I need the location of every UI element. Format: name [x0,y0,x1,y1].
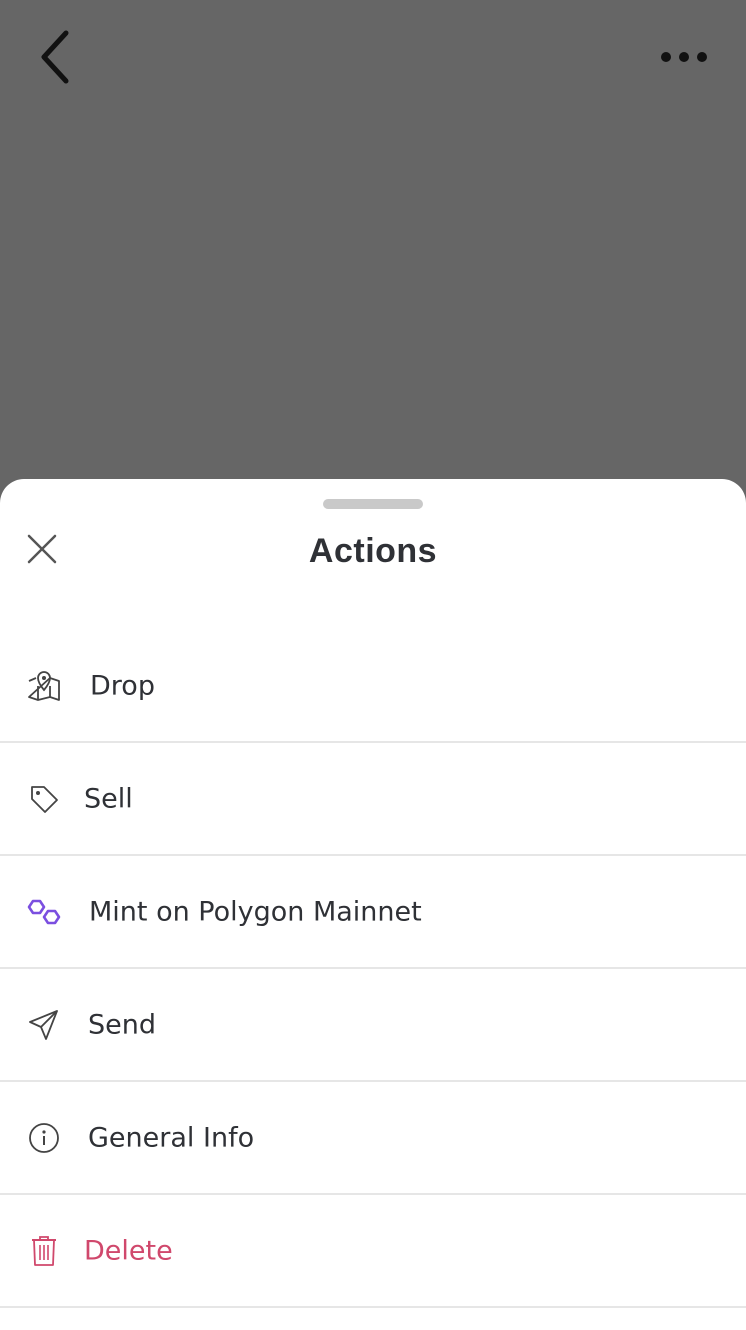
menu-item-label: Sell [84,783,133,814]
menu-item-label: Mint on Polygon Mainnet [89,896,422,927]
actions-menu: Drop Sell Mint on Polygon Mainnet Send G… [0,630,746,1308]
map-pin-icon [24,666,64,706]
menu-item-delete[interactable]: Delete [0,1195,746,1308]
menu-item-label: General Info [88,1122,255,1153]
menu-item-drop[interactable]: Drop [0,630,746,743]
menu-item-send[interactable]: Send [0,969,746,1082]
menu-item-general-info[interactable]: General Info [0,1082,746,1195]
polygon-icon [24,892,64,932]
menu-item-sell[interactable]: Sell [0,743,746,856]
menu-item-label: Delete [84,1235,173,1266]
info-icon [24,1118,64,1158]
actions-bottom-sheet: Actions Drop Sell Mint on Polygon Mainne… [0,479,746,1330]
ellipsis-horizontal-icon [659,50,709,69]
menu-item-label: Drop [90,670,155,701]
sheet-drag-handle[interactable] [323,499,423,509]
more-options-button[interactable] [652,34,716,84]
chevron-left-icon [36,29,76,90]
menu-item-mint-polygon[interactable]: Mint on Polygon Mainnet [0,856,746,969]
tag-icon [24,779,64,819]
trash-icon [24,1231,64,1271]
sheet-title: Actions [308,532,438,570]
menu-item-label: Send [88,1009,157,1040]
back-button[interactable] [28,28,84,90]
paper-plane-icon [24,1005,64,1045]
